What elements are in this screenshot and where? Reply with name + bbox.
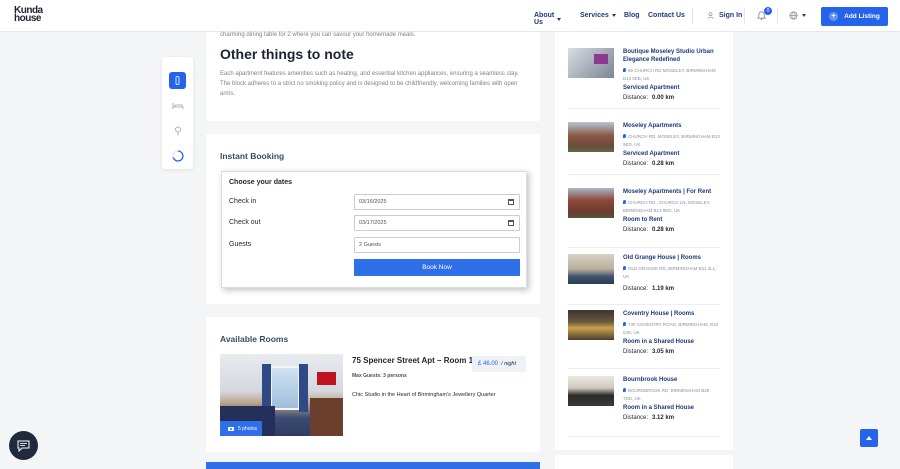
nearby-item-distance: Distance: 1.19 km (623, 286, 675, 292)
nearby-item-title[interactable]: Old Grange House | Rooms (623, 254, 720, 262)
nearby-item-type: Serviced Apartment (623, 151, 680, 157)
chevron-up-icon (866, 436, 872, 440)
plus-icon: + (829, 12, 839, 21)
checkin-label: Check in (229, 198, 257, 205)
notes-card: charming dining table for 2 where you ca… (206, 32, 540, 121)
nearby-item-distance: Distance: 3.12 km (623, 415, 675, 421)
sign-in-link[interactable]: Sign In (707, 12, 742, 19)
side-nav-rooms[interactable] (169, 97, 186, 114)
room-photo[interactable]: 5 photos (220, 354, 343, 436)
chat-button[interactable] (9, 431, 38, 460)
nav-about-us[interactable]: About Us (534, 12, 562, 26)
nearby-item-type: Room in a Shared House (623, 405, 695, 411)
side-nav-location[interactable] (169, 122, 186, 139)
max-guests: Max Guests: 3 persons (352, 373, 407, 379)
nearby-item-image[interactable] (568, 188, 614, 218)
camera-icon (228, 427, 234, 431)
bed-icon (172, 102, 183, 109)
calendar-icon (508, 220, 514, 226)
section-side-menu (162, 57, 193, 169)
add-listing-button[interactable]: + Add Listing (821, 7, 888, 26)
nearby-item-image[interactable] (568, 122, 614, 152)
nav-contact-us[interactable]: Contact Us (648, 12, 685, 19)
nearby-item-title[interactable]: Bournbrook House (623, 376, 720, 384)
nav-divider (777, 8, 778, 24)
checkout-input[interactable]: 03/17/2025 (354, 215, 520, 231)
choose-dates-title: Choose your dates (229, 179, 293, 186)
map-pin-icon (623, 68, 626, 72)
room-price: £ 46.00 / night (472, 356, 526, 372)
instant-booking-title: Instant Booking (220, 151, 285, 161)
user-icon (707, 12, 714, 19)
map-pin-icon (623, 388, 626, 392)
logo-text-bottom: house (14, 13, 41, 24)
nearby-item-distance: Distance: 0.28 km (623, 227, 675, 233)
room-name[interactable]: 75 Spencer Street Apt – Room 1 (352, 356, 473, 365)
nearby-item-distance: Distance: 0.28 km (623, 161, 675, 167)
checkin-input[interactable]: 03/16/2025 (354, 194, 520, 210)
nearby-item-image[interactable] (568, 48, 614, 78)
nearby-item-title[interactable]: Coventry House | Rooms (623, 310, 720, 318)
guests-input[interactable]: 2 Guests (354, 237, 520, 253)
book-now-button[interactable]: Book Now (354, 259, 520, 276)
nearby-item-address: CHURCH RD, MOSELEY, BIRMINGHAM B13 9ED, … (623, 134, 720, 147)
nearby-item-title[interactable]: Moseley Apartments (623, 122, 720, 130)
nearby-item-image[interactable] (568, 310, 614, 340)
language-selector[interactable] (789, 11, 806, 20)
nearby-item-type: Room to Rent (623, 217, 663, 223)
notes-body: Each apartment features amenities such a… (220, 71, 519, 97)
nearby-item-address: BOURNBROOK RD, BIRMINGHAM B29 7DD, UK (623, 388, 710, 401)
nearby-item-address: OLD GRANGE RD, BIRMINGHAM B11 4LL, UK (623, 266, 717, 279)
nearby-item-address: 730 COVENTRY ROAD, BIRMINGHAM, B10 0JD, … (623, 322, 719, 335)
nearby-item-image[interactable] (568, 376, 614, 406)
map-pin-icon (174, 126, 181, 135)
chevron-down-icon (557, 17, 562, 21)
guests-label: Guests (229, 241, 252, 248)
nearby-item-title[interactable]: Boutique Moseley Studio Urban Elegance R… (623, 48, 720, 64)
chat-icon (17, 440, 30, 452)
nearby-item-distance: Distance: 0.00 km (623, 95, 675, 101)
available-rooms-title: Available Rooms (220, 334, 289, 344)
photos-count-button[interactable]: 5 photos (220, 421, 262, 436)
nearby-item-address: CHURCH RD., CHURCH LN, MOSELEY, BIRMINGH… (623, 200, 711, 213)
site-logo[interactable]: Kunda house (14, 6, 43, 24)
calendar-icon (508, 199, 514, 205)
progress-circle-icon (171, 149, 184, 162)
nearby-item-image[interactable] (568, 254, 614, 284)
nav-divider (692, 8, 693, 24)
site-header: Kunda house About Us Services Blog Conta… (0, 0, 900, 32)
map-pin-icon (623, 200, 626, 204)
next-sidebar-card (555, 455, 733, 469)
nav-blog[interactable]: Blog (624, 12, 640, 19)
scroll-to-top-button[interactable] (860, 429, 878, 447)
booking-form: Choose your dates Check in 03/16/2025 Ch… (221, 171, 527, 288)
checkout-label: Check out (229, 219, 261, 226)
chevron-down-icon (611, 14, 616, 17)
side-nav-info[interactable] (169, 72, 186, 89)
nearby-item-title[interactable]: Moseley Apartments | For Rent (623, 188, 720, 196)
nearby-item-address: 65 CHURCH RD,MOSELEY, BIRMINGHAM B13 9EB… (623, 68, 716, 81)
map-pin-icon (623, 266, 626, 270)
room-description: Chic Studio in the Heart of Birmingham's… (352, 392, 496, 398)
info-icon (175, 76, 180, 85)
nearby-item-type: Serviced Apartment (623, 85, 680, 91)
chevron-down-icon (802, 14, 806, 17)
nearby-listings: Boutique Moseley Studio Urban Elegance R… (555, 32, 733, 450)
nearby-item-type: Room in a Shared House (623, 339, 695, 345)
notification-badge: 0 (764, 7, 772, 15)
nav-services[interactable]: Services (580, 12, 616, 19)
nearby-item-distance: Distance: 3.05 km (623, 349, 675, 355)
side-nav-progress[interactable] (169, 147, 186, 164)
map-pin-icon (623, 134, 626, 138)
nav-divider (744, 8, 745, 24)
previous-paragraph: charming dining table for 2 where you ca… (220, 32, 416, 38)
globe-icon (789, 11, 798, 20)
bottom-action-bar[interactable] (206, 462, 540, 469)
map-pin-icon (623, 322, 626, 326)
notes-title: Other things to note (220, 46, 354, 62)
